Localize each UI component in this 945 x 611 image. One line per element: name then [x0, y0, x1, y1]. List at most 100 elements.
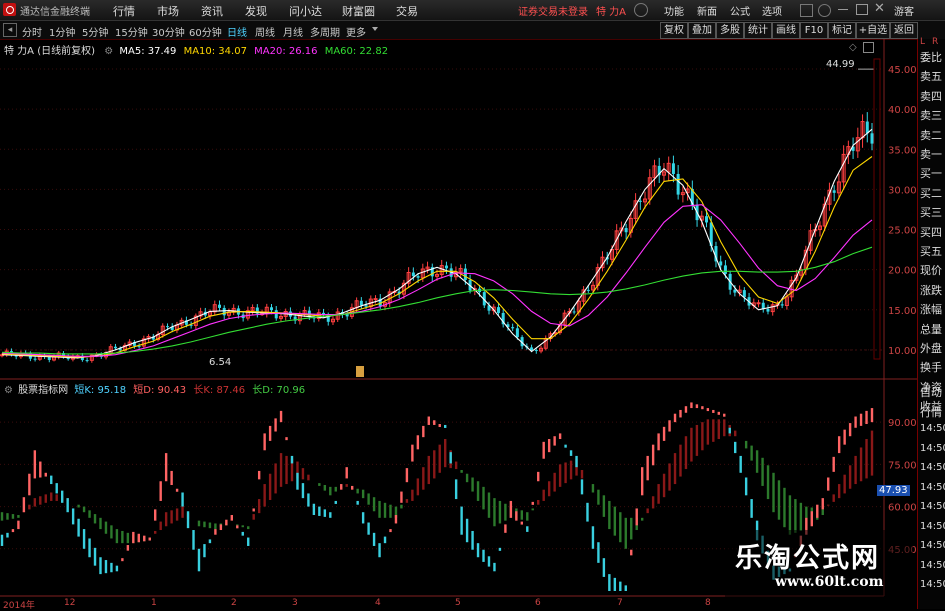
- draw-line-button[interactable]: 画线: [772, 22, 800, 39]
- sub-chart-title: 股票指标网: [18, 385, 69, 396]
- time-label-jun: 6: [535, 598, 541, 608]
- login-status[interactable]: 证券交易未登录: [518, 3, 588, 18]
- window-icon[interactable]: [800, 4, 813, 17]
- menu-news[interactable]: 资讯: [201, 3, 223, 19]
- time-label-jul: 7: [617, 598, 623, 608]
- quote-item-11: 现价: [920, 264, 942, 278]
- settings-gear-icon[interactable]: ⚙: [104, 46, 113, 57]
- ma10-label: MA10: 34.07: [183, 46, 247, 57]
- user-guest[interactable]: 游客: [894, 3, 914, 18]
- candle-body: [416, 276, 420, 278]
- menu-formula[interactable]: 公式: [730, 3, 750, 18]
- main-grid: [0, 68, 884, 351]
- sub-y-tick-1: 60.00: [888, 503, 917, 514]
- period-1min[interactable]: 1分钟: [49, 24, 75, 39]
- quote-item-2: 卖四: [920, 89, 942, 103]
- app-logo-icon: [3, 3, 16, 16]
- candle-body: [411, 272, 415, 277]
- menu-options[interactable]: 选项: [762, 3, 782, 18]
- overlay-button[interactable]: 叠加: [688, 22, 716, 39]
- main-ma-lines: [1, 68, 874, 359]
- quote-item-16: 换手: [920, 361, 942, 375]
- diamond-icon[interactable]: ◇: [849, 42, 857, 53]
- back-button[interactable]: 返回: [890, 22, 918, 39]
- ma5-label: MA5: 37.49: [119, 46, 177, 57]
- candle-body: [586, 289, 590, 291]
- panel-mode-0[interactable]: 自动: [920, 384, 942, 400]
- menu-ask[interactable]: 问小达: [289, 3, 322, 19]
- high-price-label: 44.99: [826, 59, 855, 70]
- add-watchlist-button[interactable]: +自选: [856, 22, 890, 39]
- tick-time-8: 14:50: [920, 540, 945, 551]
- candle-body: [865, 121, 869, 134]
- scroll-track[interactable]: [873, 58, 881, 360]
- refresh-icon[interactable]: [634, 3, 648, 17]
- quote-side-panel[interactable]: L R 委比 卖五 卖四 卖三 卖二 卖一 买一 买二 买三 买四 买五 现价 涨跌 涨幅 总量 外盘 换手 净资…: [917, 37, 945, 609]
- long-k-label: 长K: 87.46: [193, 385, 246, 396]
- main-price-axis: 10.00 15.00 20.00 25.00 30.00 35.00 40.00 45.00: [888, 65, 917, 357]
- period-toolbar: ◂ 分时 1分钟 5分钟 15分钟 30分钟 60分钟 日线 周线 月线 多周期…: [0, 21, 945, 40]
- period-intraday[interactable]: 分时: [22, 24, 42, 39]
- period-30min[interactable]: 30分钟: [152, 24, 185, 39]
- panel-top-label-l: L: [920, 37, 926, 47]
- panel-mode-1[interactable]: 行情: [920, 404, 942, 420]
- multi-stock-button[interactable]: 多股: [716, 22, 744, 39]
- main-y-tick-1: 15.00: [888, 306, 917, 317]
- minimize-icon[interactable]: [838, 9, 848, 10]
- chevron-down-icon[interactable]: [372, 27, 378, 31]
- event-marker-icon[interactable]: [356, 366, 364, 377]
- menu-new-page[interactable]: 新面: [697, 3, 717, 18]
- candle-body: [530, 347, 534, 351]
- candle-body: [511, 327, 515, 329]
- f10-button[interactable]: F10: [800, 22, 828, 39]
- menu-discover[interactable]: 发现: [245, 3, 267, 19]
- main-y-tick-3: 25.00: [888, 226, 917, 237]
- user-icon[interactable]: [818, 4, 831, 17]
- candle-body: [515, 328, 519, 338]
- candle-body: [780, 304, 784, 306]
- quote-item-13: 涨幅: [920, 303, 942, 317]
- candle-body: [756, 302, 761, 305]
- chart-area[interactable]: 10.00 15.00 20.00 25.00 30.00 35.00 40.00 45.00…: [0, 39, 917, 609]
- collapse-icon[interactable]: ◂: [3, 23, 17, 37]
- candle-body: [496, 307, 500, 313]
- quote-item-4: 卖二: [920, 128, 942, 142]
- candle-body: [832, 190, 836, 193]
- candle-body: [719, 261, 723, 266]
- main-y-tick-4: 30.00: [888, 185, 917, 196]
- stats-button[interactable]: 统计: [744, 22, 772, 39]
- period-60min[interactable]: 60分钟: [189, 24, 222, 39]
- candle-body: [85, 360, 89, 362]
- long-d-label: 长D: 70.96: [252, 385, 306, 396]
- candle-body: [742, 290, 746, 298]
- close-icon[interactable]: ✕: [874, 1, 885, 16]
- candle-body: [671, 163, 675, 174]
- current-value-badge: 47.93: [877, 485, 910, 496]
- menu-quotes[interactable]: 行情: [113, 3, 135, 19]
- tick-time-4: 14:50: [920, 462, 945, 473]
- mark-button[interactable]: 标记: [828, 22, 856, 39]
- period-more[interactable]: 更多: [346, 24, 366, 39]
- app-title: 通达信金融终端: [20, 7, 90, 18]
- ma-line-MA10: [1, 156, 873, 358]
- period-daily[interactable]: 日线: [227, 24, 247, 39]
- period-multi[interactable]: 多周期: [310, 24, 340, 39]
- menu-wealth[interactable]: 财富圈: [342, 3, 375, 19]
- menu-function[interactable]: 功能: [664, 3, 684, 18]
- maximize-icon[interactable]: [856, 4, 868, 15]
- period-15min[interactable]: 15分钟: [115, 24, 148, 39]
- period-monthly[interactable]: 月线: [283, 24, 303, 39]
- sub-settings-gear-icon[interactable]: ⚙: [4, 385, 13, 396]
- menu-trade[interactable]: 交易: [396, 3, 418, 19]
- panel-toggle-icon[interactable]: [863, 42, 874, 53]
- short-d-label: 短D: 90.43: [133, 385, 187, 396]
- menu-market[interactable]: 市场: [157, 3, 179, 19]
- period-5min[interactable]: 5分钟: [82, 24, 108, 39]
- main-y-tick-7: 45.00: [888, 65, 917, 76]
- quote-item-15: 外盘: [920, 342, 942, 355]
- time-label-dec: 12: [64, 598, 76, 608]
- tick-time-9: 14:50: [920, 559, 945, 571]
- tick-time-7: 14:50: [920, 520, 945, 532]
- adjust-button[interactable]: 复权: [660, 22, 688, 39]
- period-weekly[interactable]: 周线: [255, 24, 275, 39]
